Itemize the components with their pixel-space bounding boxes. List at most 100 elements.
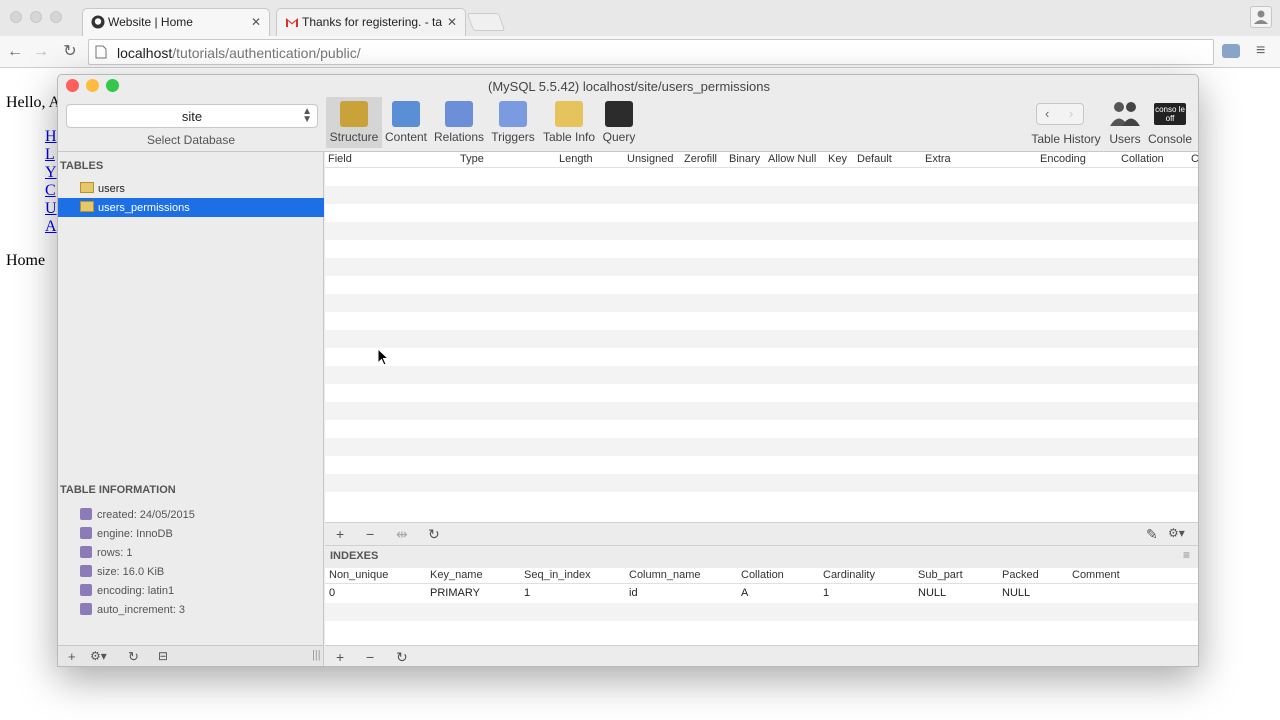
- info-icon: [80, 527, 92, 539]
- back-arrow-icon[interactable]: ←: [5, 42, 25, 62]
- page-link[interactable]: A: [45, 218, 57, 236]
- column-header[interactable]: C: [1191, 153, 1198, 165]
- column-header[interactable]: Type: [460, 153, 484, 165]
- row-stripe: [325, 621, 1198, 639]
- row-stripe: [325, 168, 1198, 186]
- remove-index-icon[interactable]: −: [366, 649, 374, 665]
- toolbar-structure-button[interactable]: Structure: [326, 97, 382, 148]
- page-link[interactable]: L: [45, 146, 55, 164]
- duplicate-field-icon[interactable]: ⇹: [396, 526, 408, 543]
- toolbar-label: Triggers: [491, 130, 535, 144]
- users-label: Users: [1109, 132, 1141, 146]
- github-favicon-icon: [91, 15, 105, 29]
- browser-zoom-button[interactable]: [50, 11, 62, 23]
- column-header[interactable]: Allow Null: [768, 153, 816, 165]
- refresh-icon[interactable]: ↻: [396, 649, 408, 666]
- resize-handle-icon[interactable]: |||: [312, 649, 321, 661]
- index-column-header[interactable]: Column_name: [629, 569, 701, 581]
- column-header[interactable]: Key: [828, 153, 847, 165]
- add-index-icon[interactable]: +: [336, 649, 344, 665]
- close-tab-icon[interactable]: ✕: [251, 15, 261, 29]
- users-icon[interactable]: [1108, 99, 1142, 127]
- history-forward-icon[interactable]: ›: [1069, 106, 1073, 121]
- profile-icon[interactable]: [1250, 6, 1272, 28]
- column-header[interactable]: Collation: [1121, 153, 1164, 165]
- info-size: size: 16.0 KiB: [80, 565, 164, 578]
- toolbar-relations-button[interactable]: Relations: [431, 101, 487, 144]
- page-link[interactable]: Y: [45, 164, 57, 182]
- table-history-control[interactable]: ‹ ›: [1036, 103, 1084, 125]
- index-cell: PRIMARY: [430, 587, 480, 599]
- column-header[interactable]: Extra: [925, 153, 951, 165]
- reload-icon[interactable]: ↻: [60, 42, 80, 62]
- column-header[interactable]: Default: [857, 153, 892, 165]
- history-back-icon[interactable]: ‹: [1045, 106, 1049, 121]
- column-header[interactable]: Field: [328, 153, 352, 165]
- new-tab-button[interactable]: [466, 13, 506, 31]
- refresh-icon[interactable]: ↻: [128, 649, 139, 665]
- address-bar[interactable]: localhost/tutorials/authentication/publi…: [88, 39, 1214, 65]
- database-select[interactable]: site ▲ ▼: [66, 104, 318, 128]
- browser-tab-gmail[interactable]: Thanks for registering. - ta ✕: [276, 8, 466, 36]
- index-column-header[interactable]: Collation: [741, 569, 784, 581]
- toolbar-content-button[interactable]: Content: [378, 101, 434, 144]
- table-name: users: [98, 183, 125, 195]
- info-auto-increment: auto_increment: 3: [80, 603, 185, 616]
- index-cell: NULL: [918, 587, 947, 599]
- index-column-header[interactable]: Sub_part: [918, 569, 963, 581]
- index-row[interactable]: 0 PRIMARY 1 id A 1 NULL NULL: [325, 585, 1198, 603]
- row-stripe: [325, 330, 1198, 348]
- column-header[interactable]: Zerofill: [684, 153, 717, 165]
- remove-field-icon[interactable]: −: [366, 526, 374, 542]
- menu-icon[interactable]: ≡: [1256, 43, 1265, 59]
- column-header[interactable]: Unsigned: [627, 153, 673, 165]
- column-header[interactable]: Binary: [729, 153, 760, 165]
- index-cell: 1: [823, 587, 830, 599]
- browser-minimize-button[interactable]: [30, 11, 42, 23]
- add-table-icon[interactable]: +: [68, 649, 76, 664]
- database-select-value: site: [181, 109, 203, 124]
- toolbar-triggers-button[interactable]: Triggers: [485, 101, 541, 144]
- info-icon: [80, 603, 92, 615]
- browser-tab-website[interactable]: Website | Home ✕: [82, 8, 270, 36]
- console-icon[interactable]: conso le off: [1154, 103, 1186, 125]
- column-header[interactable]: Encoding: [1040, 153, 1086, 165]
- page-link[interactable]: H: [45, 128, 57, 146]
- refresh-icon[interactable]: ↻: [428, 526, 440, 543]
- edit-pencil-icon[interactable]: ✎: [1146, 526, 1158, 543]
- close-tab-icon[interactable]: ✕: [447, 15, 457, 29]
- column-header[interactable]: Length: [559, 153, 593, 165]
- gear-icon[interactable]: ⚙▾: [1168, 526, 1185, 540]
- sidebar-table-users-permissions[interactable]: users_permissions: [58, 198, 324, 217]
- index-column-header[interactable]: Cardinality: [823, 569, 875, 581]
- sidebar-table-users[interactable]: users: [58, 179, 324, 198]
- info-icon: [80, 584, 92, 596]
- add-field-icon[interactable]: +: [336, 526, 344, 542]
- page-link[interactable]: U: [45, 200, 57, 218]
- filter-icon[interactable]: ⊟: [158, 649, 168, 663]
- select-database-label: Select Database: [146, 133, 236, 147]
- row-stripe: [325, 603, 1198, 621]
- page-link[interactable]: C: [45, 182, 56, 200]
- index-column-header[interactable]: Non_unique: [329, 569, 388, 581]
- gear-icon[interactable]: ⚙▾: [90, 649, 107, 663]
- mouse-cursor-icon: [377, 347, 390, 369]
- row-stripe: [325, 474, 1198, 492]
- toolbar-table-info-button[interactable]: Table Info: [541, 101, 597, 144]
- indexes-menu-icon[interactable]: ≡: [1183, 548, 1190, 562]
- index-column-header[interactable]: Packed: [1002, 569, 1039, 581]
- browser-close-button[interactable]: [10, 11, 22, 23]
- window-title: (MySQL 5.5.42) localhost/site/users_perm…: [487, 79, 771, 94]
- index-column-header[interactable]: Comment: [1072, 569, 1120, 581]
- forward-arrow-icon[interactable]: →: [31, 42, 51, 62]
- console-label: Console: [1147, 132, 1193, 146]
- index-column-header[interactable]: Key_name: [430, 569, 483, 581]
- row-stripe: [325, 312, 1198, 330]
- toolbar-label: Structure: [329, 130, 379, 144]
- info-icon: [80, 565, 92, 577]
- toolbar-query-button[interactable]: Query: [591, 101, 647, 144]
- info-icon: [80, 508, 92, 520]
- index-column-header[interactable]: Seq_in_index: [524, 569, 591, 581]
- table-icon: [80, 182, 94, 193]
- camera-extension-icon[interactable]: [1222, 44, 1240, 58]
